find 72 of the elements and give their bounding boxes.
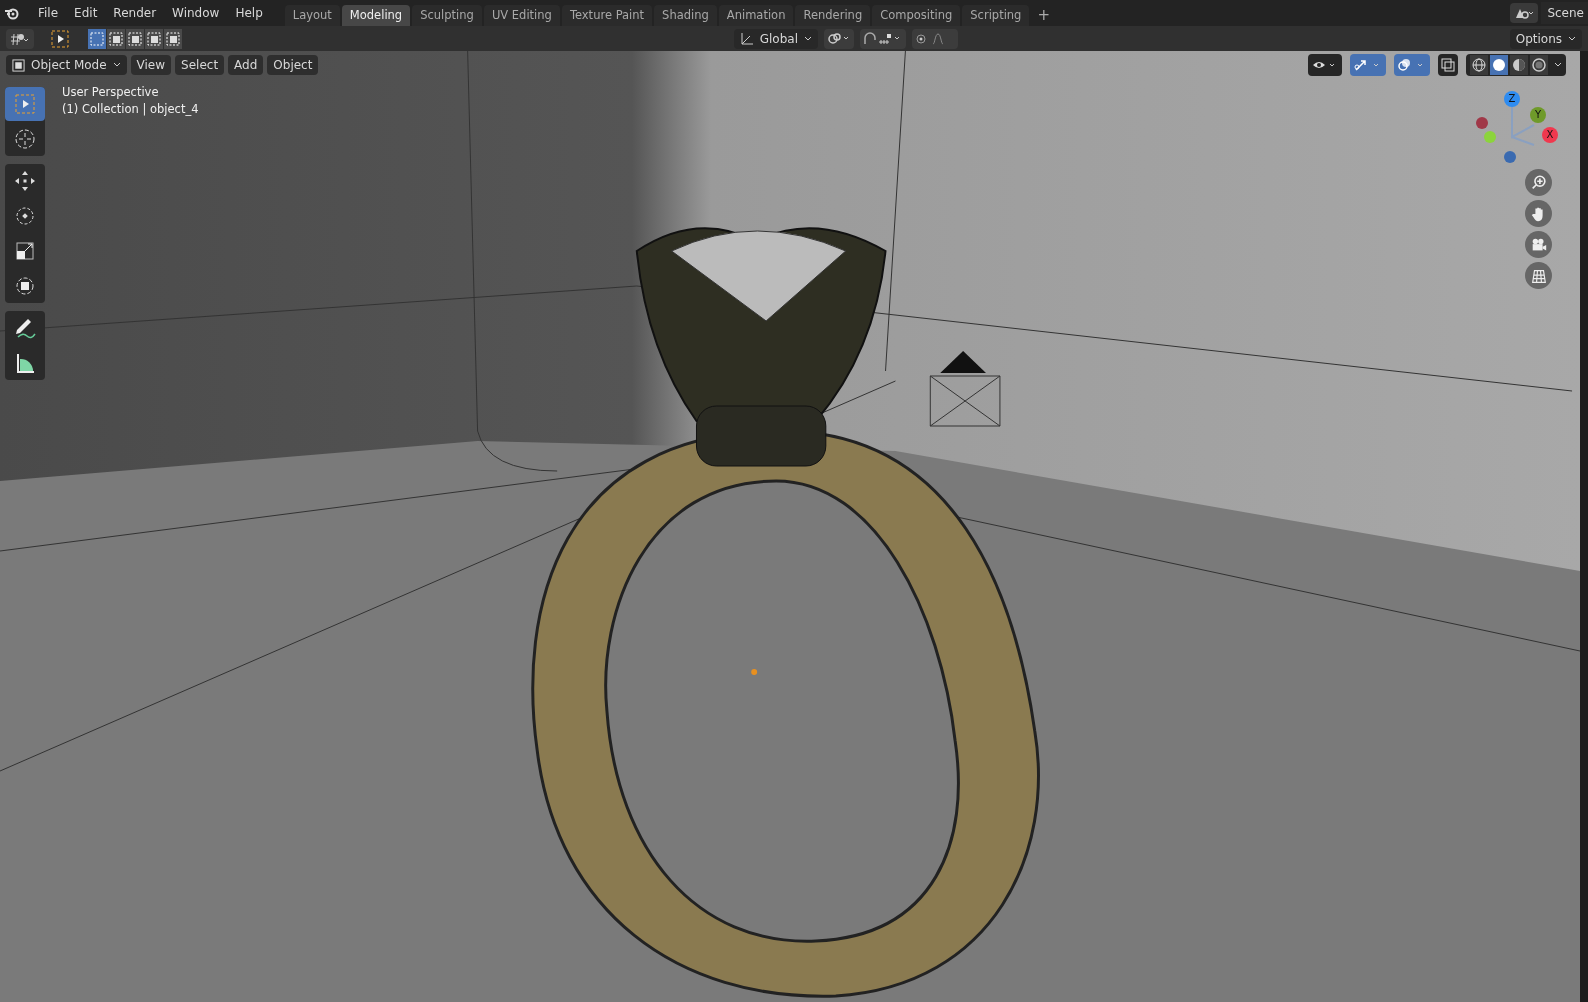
workspace-tab[interactable]: Rendering: [795, 5, 871, 26]
shading-mode-button[interactable]: [1490, 55, 1508, 75]
editor-type-button[interactable]: [6, 28, 34, 49]
sphere-icon: [1472, 58, 1486, 72]
workspace-tab[interactable]: Sculpting: [412, 5, 482, 26]
selection-mode-button[interactable]: [107, 28, 125, 49]
annotate-icon: [13, 316, 37, 340]
move-icon: [13, 169, 37, 193]
proportional-editing-toggle[interactable]: [912, 28, 958, 49]
selection-mode-button[interactable]: [126, 28, 144, 49]
selection-mode-button[interactable]: [164, 28, 182, 49]
workspace-tab[interactable]: Animation: [718, 5, 794, 26]
visibility-dropdown[interactable]: [1308, 54, 1342, 76]
viewport-menu[interactable]: View: [130, 55, 172, 75]
select-box-icon: [50, 28, 70, 49]
selection-mode-button[interactable]: [145, 28, 163, 49]
shading-mode-button[interactable]: [1470, 55, 1488, 75]
pivot-icon: [827, 31, 851, 46]
viewport-menu[interactable]: Select: [175, 55, 225, 75]
scene-type-button[interactable]: [1510, 3, 1539, 23]
object-mode-icon: [12, 58, 25, 72]
caret-icon: [1568, 35, 1576, 42]
scale-icon: [13, 239, 37, 263]
shading-mode-button[interactable]: [1530, 55, 1548, 75]
workspace-tab[interactable]: Modeling: [341, 5, 411, 26]
workspace-tab[interactable]: Texture Paint: [561, 5, 653, 26]
viewport-menu[interactable]: Add: [228, 55, 264, 75]
menu-item[interactable]: Window: [164, 6, 228, 20]
selection-mode-icon: [90, 31, 104, 46]
select-icon: [13, 92, 37, 116]
cursor-icon: [13, 127, 37, 151]
menu-item[interactable]: Help: [227, 6, 271, 20]
selection-mode-icon: [166, 31, 180, 46]
workspace-tab[interactable]: UV Editing: [483, 5, 560, 26]
scene-name-field[interactable]: Scene: [1541, 2, 1588, 24]
menu-item[interactable]: File: [30, 6, 67, 20]
caret-icon: [112, 62, 121, 68]
selection-mode-icon: [109, 31, 123, 46]
gizmo-toggle[interactable]: [1350, 54, 1386, 76]
zoom-icon: [1529, 173, 1548, 192]
mode-dropdown[interactable]: Object Mode: [6, 55, 127, 75]
options-dropdown[interactable]: Options: [1509, 28, 1582, 49]
workspace-tab[interactable]: Layout: [284, 5, 340, 26]
add-workspace-button[interactable]: +: [1031, 5, 1056, 26]
workspace-tab[interactable]: Scripting: [962, 5, 1030, 26]
sphere-icon: [1492, 58, 1506, 72]
axes-icon: [739, 31, 754, 46]
workspace-tab[interactable]: Shading: [654, 5, 717, 26]
selection-mode-button[interactable]: [88, 28, 106, 49]
rotate-icon: [13, 204, 37, 228]
snap-toggle[interactable]: [860, 28, 906, 49]
overlay-toggle[interactable]: [1394, 54, 1430, 76]
menu-item[interactable]: Edit: [66, 6, 106, 20]
menu-item[interactable]: Render: [105, 6, 165, 20]
shading-mode-button[interactable]: [1510, 55, 1528, 75]
caret-icon[interactable]: [1554, 62, 1562, 68]
viewport-menu[interactable]: Object: [267, 55, 319, 75]
xray-toggle[interactable]: [1438, 54, 1458, 76]
transform-icon: [13, 274, 37, 298]
sphere-icon: [1532, 58, 1546, 72]
editor-type-icon: [9, 31, 31, 46]
orientation-dropdown[interactable]: Global: [733, 28, 818, 49]
workspace-tab[interactable]: Compositing: [872, 5, 961, 26]
view-name-label: User Perspective: [62, 85, 160, 99]
selection-mode-icon: [128, 31, 142, 46]
active-tool-button[interactable]: [50, 28, 70, 49]
selection-mode-icon: [147, 31, 161, 46]
sphere-icon: [1512, 58, 1526, 72]
active-object-label: (1) Collection | object_4: [62, 102, 199, 116]
pivot-dropdown[interactable]: [824, 28, 854, 49]
xray-icon: [1441, 58, 1455, 72]
caret-icon: [804, 35, 812, 42]
